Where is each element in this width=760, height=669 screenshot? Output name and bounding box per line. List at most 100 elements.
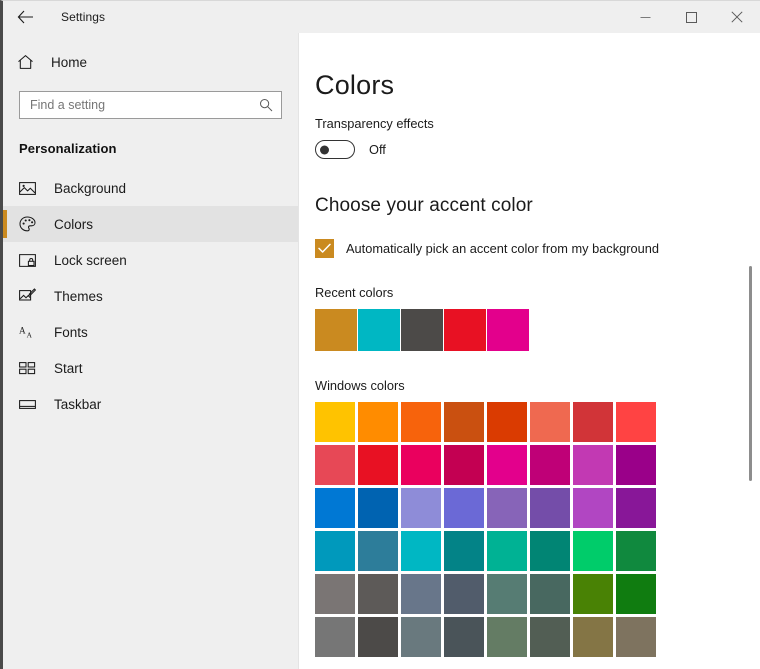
windows-color-swatch[interactable] <box>616 574 656 614</box>
fonts-icon: A A <box>19 325 49 340</box>
windows-color-swatch[interactable] <box>573 445 613 485</box>
accent-color-heading: Choose your accent color <box>315 195 760 217</box>
recent-colors-label: Recent colors <box>315 285 760 300</box>
windows-color-swatch[interactable] <box>444 488 484 528</box>
app-title: Settings <box>61 10 105 24</box>
recent-color-swatch[interactable] <box>401 309 443 351</box>
title-bar: Settings <box>3 1 760 33</box>
windows-color-swatch[interactable] <box>487 574 527 614</box>
windows-color-swatch[interactable] <box>444 531 484 571</box>
sidebar-item-background[interactable]: Background <box>3 170 298 206</box>
windows-color-swatch[interactable] <box>315 402 355 442</box>
windows-color-swatch[interactable] <box>401 574 441 614</box>
windows-color-swatch[interactable] <box>573 531 613 571</box>
windows-color-swatch[interactable] <box>530 531 570 571</box>
home-icon <box>17 54 47 70</box>
windows-color-swatch[interactable] <box>573 402 613 442</box>
maximize-button[interactable] <box>668 1 714 33</box>
windows-color-swatch[interactable] <box>358 445 398 485</box>
windows-color-swatch[interactable] <box>315 574 355 614</box>
auto-pick-row[interactable]: Automatically pick an accent color from … <box>315 239 760 258</box>
windows-color-swatch[interactable] <box>444 617 484 657</box>
windows-color-swatch[interactable] <box>358 402 398 442</box>
windows-color-swatch[interactable] <box>444 445 484 485</box>
windows-color-swatch[interactable] <box>401 445 441 485</box>
windows-color-swatch[interactable] <box>573 488 613 528</box>
windows-color-swatch[interactable] <box>530 445 570 485</box>
windows-color-swatch[interactable] <box>487 531 527 571</box>
windows-color-swatch[interactable] <box>444 574 484 614</box>
minimize-icon <box>640 12 651 23</box>
windows-color-swatch[interactable] <box>315 445 355 485</box>
recent-color-swatch[interactable] <box>444 309 486 351</box>
windows-color-swatch[interactable] <box>315 488 355 528</box>
windows-colors-grid <box>315 402 659 660</box>
windows-color-swatch[interactable] <box>616 445 656 485</box>
search-icon[interactable] <box>257 98 275 112</box>
windows-color-swatch[interactable] <box>358 488 398 528</box>
windows-color-swatch[interactable] <box>487 488 527 528</box>
palette-icon <box>19 216 49 232</box>
vertical-scrollbar[interactable] <box>746 33 756 669</box>
search-box[interactable] <box>19 91 282 119</box>
windows-color-swatch[interactable] <box>444 402 484 442</box>
windows-color-swatch[interactable] <box>530 402 570 442</box>
recent-colors-grid <box>315 309 760 351</box>
sidebar-item-lock-screen[interactable]: Lock screen <box>3 242 298 278</box>
windows-color-swatch[interactable] <box>487 402 527 442</box>
recent-color-swatch[interactable] <box>487 309 529 351</box>
auto-pick-checkbox[interactable] <box>315 239 334 258</box>
windows-color-swatch[interactable] <box>530 617 570 657</box>
transparency-toggle-row: Off <box>315 140 760 159</box>
windows-color-swatch[interactable] <box>616 402 656 442</box>
transparency-state-label: Off <box>369 142 386 157</box>
search-input[interactable] <box>30 98 257 112</box>
windows-color-swatch[interactable] <box>487 617 527 657</box>
windows-color-swatch[interactable] <box>616 488 656 528</box>
close-button[interactable] <box>714 1 760 33</box>
lock-screen-icon <box>19 253 49 268</box>
windows-color-swatch[interactable] <box>573 574 613 614</box>
sidebar-section-title: Personalization <box>3 119 298 156</box>
windows-color-swatch[interactable] <box>616 531 656 571</box>
back-button[interactable] <box>3 1 47 33</box>
windows-color-swatch[interactable] <box>401 617 441 657</box>
back-arrow-icon <box>17 10 34 24</box>
transparency-toggle[interactable] <box>315 140 355 159</box>
windows-color-swatch[interactable] <box>616 617 656 657</box>
window-body: Home Personalization <box>3 33 760 669</box>
windows-color-swatch[interactable] <box>315 531 355 571</box>
windows-color-swatch[interactable] <box>487 445 527 485</box>
windows-color-swatch[interactable] <box>530 488 570 528</box>
sidebar-label-colors: Colors <box>54 217 93 232</box>
picture-icon <box>19 181 49 196</box>
themes-icon <box>19 288 49 304</box>
sidebar-item-home[interactable]: Home <box>3 43 298 81</box>
title-bar-left: Settings <box>3 1 622 33</box>
windows-color-swatch[interactable] <box>401 402 441 442</box>
close-icon <box>731 11 743 23</box>
minimize-button[interactable] <box>622 1 668 33</box>
sidebar-item-start[interactable]: Start <box>3 350 298 386</box>
sidebar-item-taskbar[interactable]: Taskbar <box>3 386 298 422</box>
sidebar-label-lock-screen: Lock screen <box>54 253 127 268</box>
windows-color-swatch[interactable] <box>358 574 398 614</box>
windows-color-swatch[interactable] <box>401 531 441 571</box>
recent-color-swatch[interactable] <box>358 309 400 351</box>
windows-color-swatch[interactable] <box>315 617 355 657</box>
windows-colors-label: Windows colors <box>315 378 760 393</box>
windows-color-swatch[interactable] <box>358 531 398 571</box>
windows-color-swatch[interactable] <box>401 488 441 528</box>
windows-color-swatch[interactable] <box>573 617 613 657</box>
sidebar-label-background: Background <box>54 181 126 196</box>
sidebar-item-colors[interactable]: Colors <box>3 206 298 242</box>
toggle-knob <box>320 145 329 154</box>
windows-color-swatch[interactable] <box>358 617 398 657</box>
windows-color-swatch[interactable] <box>530 574 570 614</box>
checkmark-icon <box>318 243 331 254</box>
scrollbar-thumb[interactable] <box>749 266 752 481</box>
recent-color-swatch[interactable] <box>315 309 357 351</box>
sidebar-item-fonts[interactable]: A A Fonts <box>3 314 298 350</box>
taskbar-icon <box>19 398 49 411</box>
sidebar-item-themes[interactable]: Themes <box>3 278 298 314</box>
